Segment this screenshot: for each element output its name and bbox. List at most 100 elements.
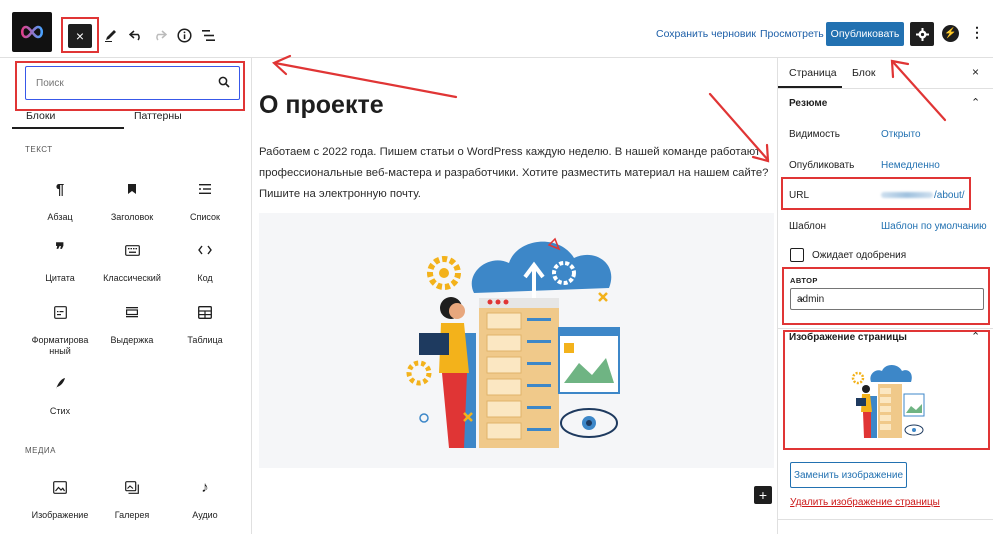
editor-top-bar: × Сохранить черновик Просмотреть Опублик… (0, 0, 993, 58)
quote-icon: ❞ (55, 240, 65, 260)
close-icon: × (75, 28, 85, 44)
pending-review-label: Ожидает одобрения (812, 250, 907, 261)
editor-canvas: О проекте Работаем с 2022 года. Пишем ст… (252, 58, 777, 534)
block-paragraph[interactable]: ¶ Абзац (22, 178, 98, 223)
visibility-label: Видимость (789, 129, 840, 140)
search-icon (218, 76, 230, 88)
active-tab-indicator (12, 127, 124, 129)
block-heading[interactable]: Заголовок (94, 178, 170, 223)
publish-button[interactable]: Опубликовать (826, 22, 904, 46)
block-gallery[interactable]: Галерея (94, 476, 170, 521)
save-draft-button[interactable]: Сохранить черновик (656, 28, 756, 40)
block-audio[interactable]: ♪ Аудио (167, 476, 243, 521)
divider (778, 328, 993, 329)
more-options-icon[interactable]: ⋮ (970, 24, 984, 41)
list-icon (167, 178, 243, 200)
settings-button[interactable] (910, 22, 934, 46)
chevron-up-icon[interactable]: ⌃ (971, 330, 980, 343)
author-label: АВТОР (790, 276, 818, 285)
verse-icon (22, 372, 98, 394)
block-label: Стих (49, 406, 71, 416)
featured-image-panel-title[interactable]: Изображение страницы (789, 332, 907, 343)
preformatted-icon (22, 301, 98, 323)
block-label: Код (197, 273, 213, 283)
tab-patterns[interactable]: Паттерны (134, 110, 182, 122)
table-icon (167, 301, 243, 323)
list-view-icon[interactable] (197, 24, 219, 46)
gallery-icon (94, 476, 170, 498)
site-logo[interactable] (12, 12, 52, 52)
template-label: Шаблон (789, 221, 827, 232)
paragraph-block[interactable]: Работаем с 2022 года. Пишем статьи о Wor… (259, 142, 779, 205)
search-input[interactable]: Поиск (25, 66, 240, 100)
add-block-button[interactable]: + (754, 486, 772, 504)
search-placeholder: Поиск (36, 78, 64, 89)
divider (778, 88, 993, 89)
summary-panel-title[interactable]: Резюме (789, 98, 827, 109)
block-classic[interactable]: Классический (94, 239, 170, 284)
block-label: Абзац (47, 212, 73, 222)
close-sidebar-icon[interactable]: × (972, 65, 979, 79)
gear-icon (915, 27, 929, 41)
paragraph-icon: ¶ (55, 180, 65, 198)
replace-image-button[interactable]: Заменить изображение (790, 462, 907, 488)
preview-button[interactable]: Просмотреть (760, 28, 824, 40)
infinity-logo-icon (20, 25, 44, 39)
keyboard-icon (94, 239, 170, 261)
block-code[interactable]: Код (167, 239, 243, 284)
block-label: Цитата (45, 273, 75, 283)
server-illustration-thumbnail (851, 365, 925, 438)
publish-value[interactable]: Немедленно (881, 160, 940, 171)
block-table[interactable]: Таблица (167, 301, 243, 346)
url-blurred-domain (881, 192, 933, 198)
visibility-value[interactable]: Открыто (881, 129, 921, 140)
code-icon (167, 239, 243, 261)
settings-sidebar: Страница Блок × Резюме ⌃ Видимость Откры… (777, 58, 993, 534)
close-inserter-button[interactable]: × (68, 24, 92, 48)
undo-icon[interactable] (125, 24, 147, 46)
block-label: Выдержка (110, 335, 154, 345)
pending-review-checkbox[interactable] (790, 248, 804, 262)
block-inserter-panel: Поиск Блоки Паттерны ТЕКСТ ¶ Абзац Загол… (0, 58, 252, 534)
block-label: Изображение (31, 510, 89, 520)
remove-image-link[interactable]: Удалить изображение страницы (790, 497, 940, 508)
tab-blocks[interactable]: Блоки (26, 110, 55, 122)
page-title[interactable]: О проекте (259, 91, 384, 120)
hero-image-block[interactable] (259, 213, 774, 468)
block-quote[interactable]: ❞ Цитата (22, 239, 98, 284)
block-preformatted[interactable]: Форматирова нный (22, 301, 98, 357)
template-value[interactable]: Шаблон по умолчанию (881, 221, 987, 232)
section-title-text: ТЕКСТ (25, 145, 53, 154)
url-value[interactable]: /about/ (934, 190, 965, 201)
heading-icon (94, 178, 170, 200)
author-select[interactable]: admin ⌄ (790, 288, 984, 310)
block-label: Таблица (187, 335, 223, 345)
block-label: Аудио (192, 510, 218, 520)
publish-label: Опубликовать (789, 160, 855, 171)
block-label: Заголовок (110, 212, 154, 222)
pullquote-icon (94, 301, 170, 323)
server-illustration (406, 237, 620, 448)
url-label: URL (789, 190, 810, 201)
redo-icon[interactable] (149, 24, 171, 46)
audio-icon: ♪ (201, 478, 209, 496)
tab-page[interactable]: Страница (789, 67, 837, 79)
block-image[interactable]: Изображение (22, 476, 98, 521)
chevron-down-icon: ⌄ (797, 293, 806, 304)
info-icon[interactable] (173, 24, 195, 46)
tab-block[interactable]: Блок (852, 67, 875, 79)
pencil-icon[interactable] (100, 24, 122, 46)
chevron-up-icon[interactable]: ⌃ (971, 96, 980, 109)
block-verse[interactable]: Стих (22, 372, 98, 417)
block-list[interactable]: Список (167, 178, 243, 223)
section-title-media: МЕДИА (25, 446, 57, 455)
featured-image-preview[interactable] (816, 360, 966, 446)
block-pullquote[interactable]: Выдержка (94, 301, 170, 346)
image-icon (22, 476, 98, 498)
block-label: Классический (103, 273, 161, 283)
block-label: Список (190, 212, 220, 222)
divider (778, 519, 993, 520)
jetpack-icon[interactable]: ⚡ (942, 25, 959, 42)
block-label: Галерея (114, 510, 150, 520)
block-label: Форматирова нный (31, 335, 89, 356)
